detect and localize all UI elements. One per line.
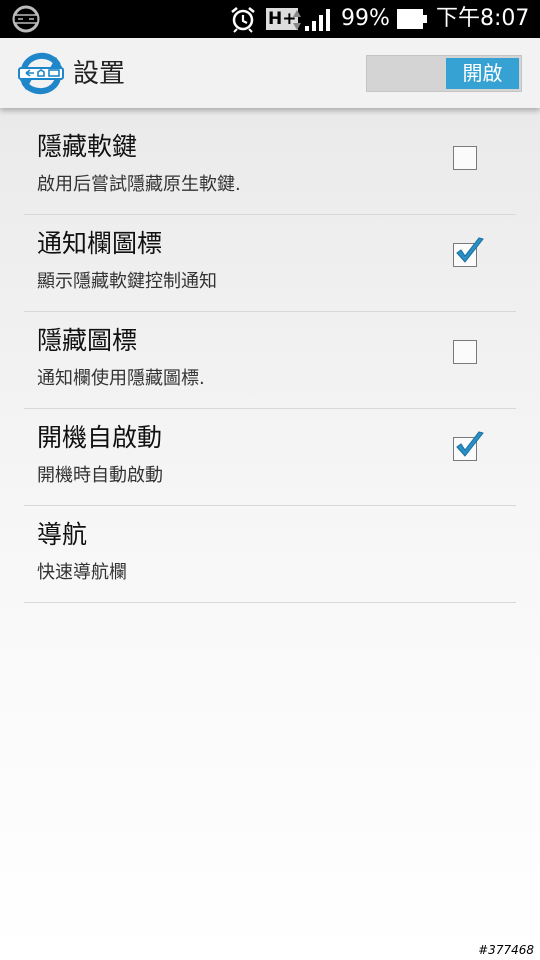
setting-summary: 快速導航欄 [37,562,127,583]
setting-title: 隱藏圖標 [37,326,138,355]
clock: 下午8:07 [436,6,530,31]
watermark: #377468 [478,943,534,957]
remote-app-icon [12,5,40,33]
status-bar: H+ 99% 下午8:07 [0,0,540,38]
setting-title: 通知欄圖標 [37,229,163,258]
setting-summary: 通知欄使用隱藏圖標. [37,368,205,389]
checkbox[interactable] [453,431,484,461]
checkbox[interactable] [453,237,484,267]
battery-icon [397,9,427,29]
setting-notification-icon[interactable]: 通知欄圖標 顯示隱藏軟鍵控制通知 [24,215,516,312]
app-logo-icon[interactable] [16,51,66,95]
checkmark-icon [456,237,484,263]
checkbox[interactable] [453,146,477,170]
setting-title: 導航 [37,520,88,549]
setting-title: 隱藏軟鍵 [37,132,138,161]
checkmark-icon [456,431,484,457]
data-arrows-icon [293,10,301,30]
settings-list: 隱藏軟鍵 啟用后嘗試隱藏原生軟鍵. 通知欄圖標 顯示隱藏軟鍵控制通知 隱藏圖標 … [24,118,516,603]
setting-navigation[interactable]: 導航 快速導航欄 [24,506,516,603]
action-bar: 設置 開啟 [0,38,540,108]
setting-title: 開機自啟動 [37,423,163,452]
page-title: 設置 [73,59,126,89]
setting-summary: 啟用后嘗試隱藏原生軟鍵. [37,174,241,195]
master-toggle[interactable]: 開啟 [366,55,522,92]
toggle-on-label: 開啟 [446,58,519,89]
setting-summary: 顯示隱藏軟鍵控制通知 [37,271,217,292]
setting-summary: 開機時自動啟動 [37,465,163,486]
setting-start-on-boot[interactable]: 開機自啟動 開機時自動啟動 [24,409,516,506]
checkbox[interactable] [453,340,477,364]
settings-content: 隱藏軟鍵 啟用后嘗試隱藏原生軟鍵. 通知欄圖標 顯示隱藏軟鍵控制通知 隱藏圖標 … [0,108,540,960]
setting-hide-icon[interactable]: 隱藏圖標 通知欄使用隱藏圖標. [24,312,516,409]
alarm-icon [231,7,255,33]
setting-hide-softkeys[interactable]: 隱藏軟鍵 啟用后嘗試隱藏原生軟鍵. [24,118,516,215]
signal-icon [305,9,330,31]
battery-percent: 99% [341,6,390,31]
